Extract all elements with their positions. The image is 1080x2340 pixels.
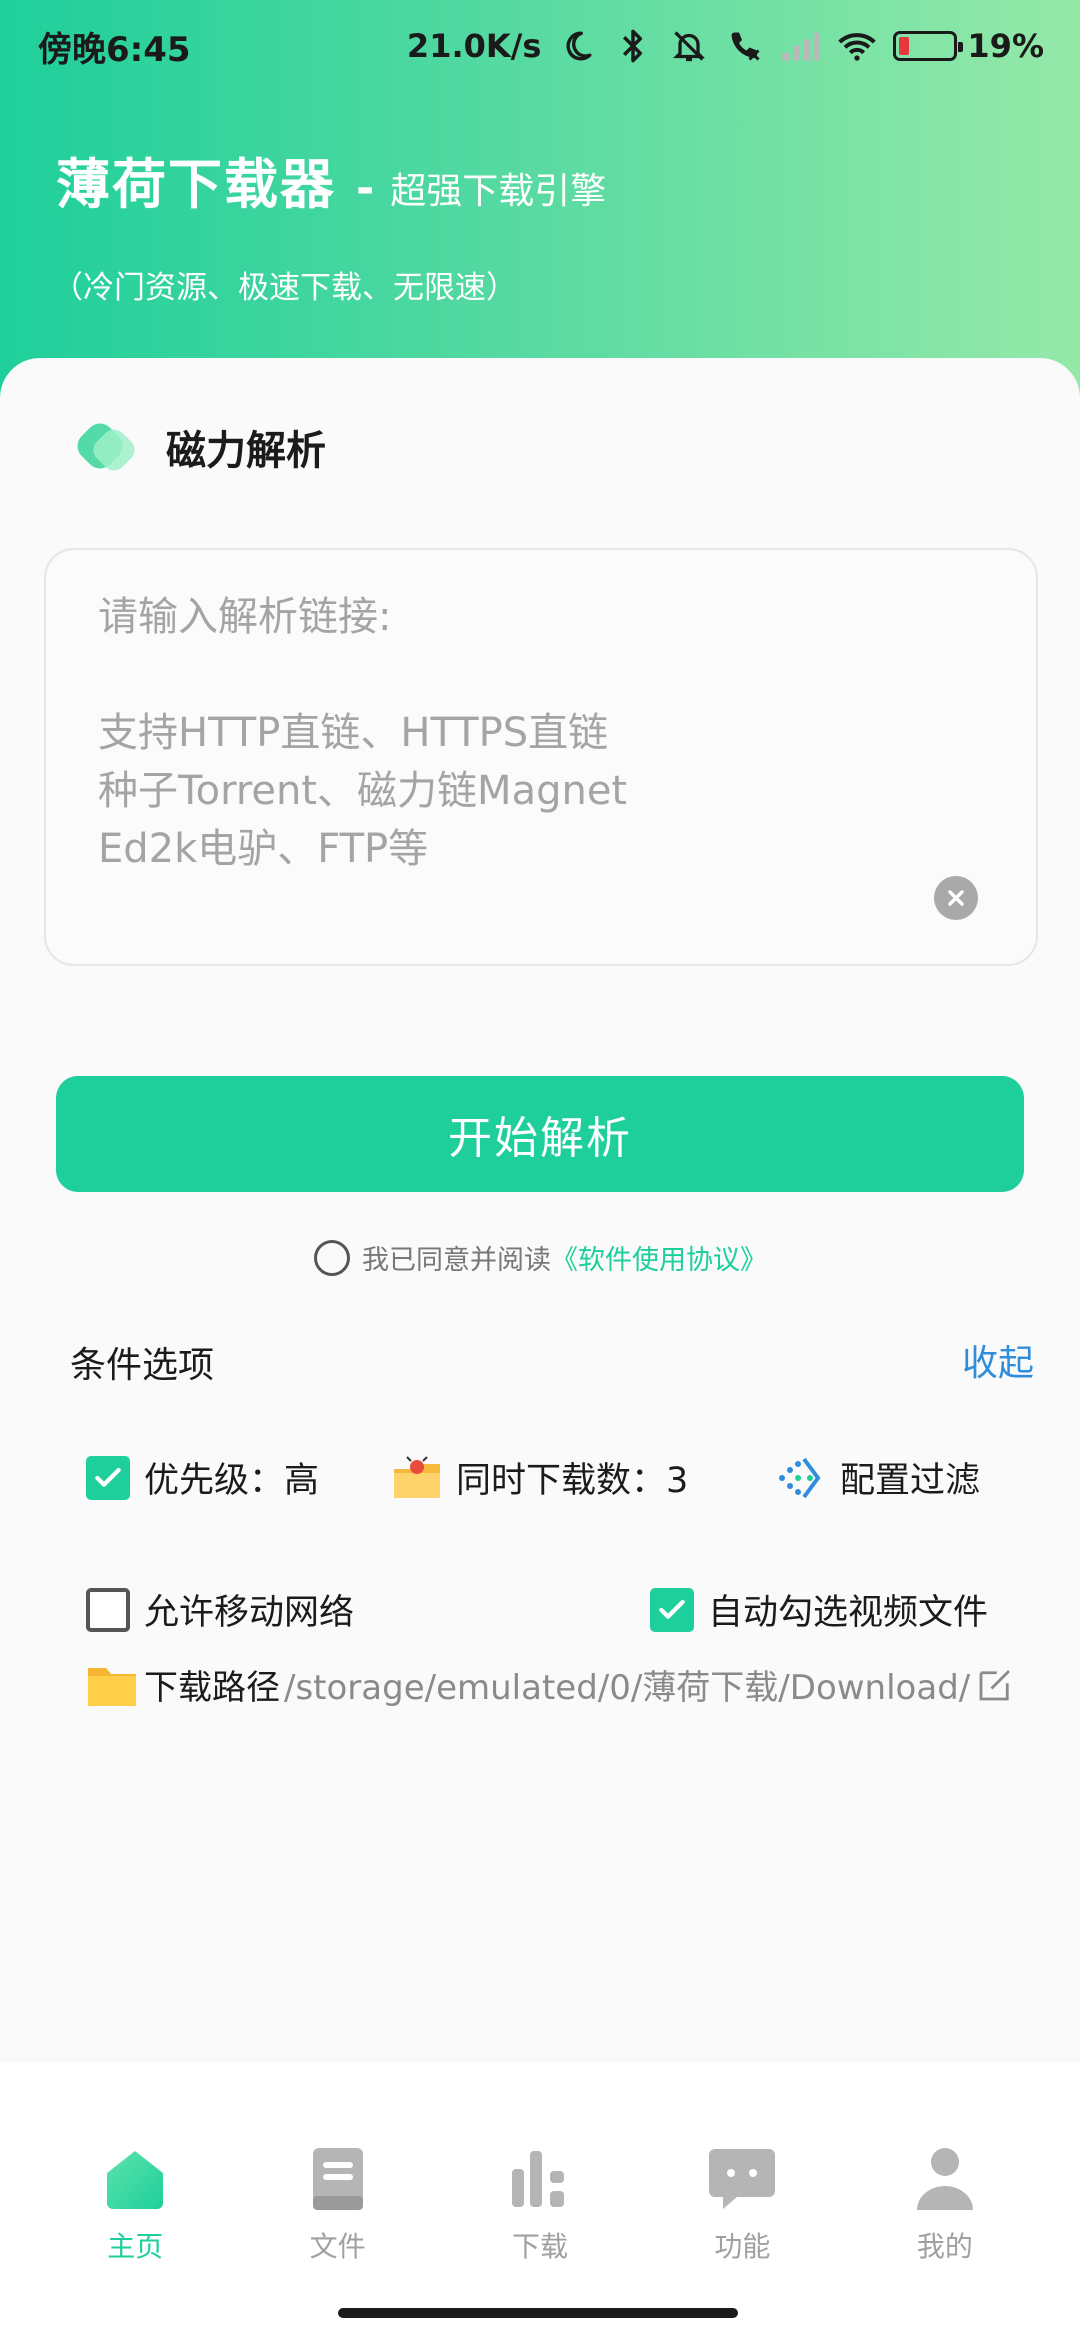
link-input-box[interactable]: 请输入解析链接: 支持HTTP直链、HTTPS直链 种子Torrent、磁力链M… — [44, 548, 1038, 966]
mute-bell-icon — [669, 26, 709, 66]
check-icon — [95, 1467, 121, 1487]
agreement-link[interactable]: 《软件使用协议》 — [551, 1238, 767, 1277]
close-icon — [948, 890, 964, 906]
concurrent-option[interactable]: 同时下载数：3 — [392, 1452, 688, 1503]
nav-item-features[interactable]: 功能 — [641, 2063, 843, 2340]
battery-level-fill — [899, 37, 910, 55]
battery-percent: 19% — [967, 27, 1044, 65]
chat-icon — [706, 2143, 778, 2215]
mobile-network-checkbox[interactable] — [86, 1587, 130, 1632]
collapse-link[interactable]: 收起 — [962, 1334, 1034, 1386]
battery-indicator: 19% — [893, 27, 1044, 65]
parse-section-title: 磁力解析 — [71, 417, 326, 476]
agreement-text: 我已同意并阅读 — [362, 1245, 551, 1276]
app-name: 薄荷下载器 — [56, 153, 336, 216]
agreement-row[interactable]: 我已同意并阅读 《软件使用协议》 — [314, 1238, 767, 1277]
priority-option-row[interactable]: 优先级：高 — [86, 1452, 319, 1503]
bluetooth-icon — [613, 26, 653, 66]
nav-item-home[interactable]: 主页 — [34, 2063, 236, 2340]
start-parse-button[interactable]: 开始解析 — [56, 1076, 1024, 1192]
section-title-label: 磁力解析 — [166, 428, 326, 474]
download-path-row: 下载路径 /storage/emulated/0/薄荷下载/Download/ — [86, 1660, 1016, 1709]
status-bar: 傍晚6:45 21.0K/s 19% — [0, 0, 1080, 92]
battery-icon — [893, 31, 964, 61]
book-icon — [302, 2143, 374, 2215]
clear-input-button[interactable] — [934, 876, 978, 920]
bottom-nav: 主页 文件 下载 功能 我的 — [0, 2063, 1080, 2340]
priority-label: 优先级：高 — [144, 1461, 320, 1501]
magnet-icon — [71, 417, 140, 476]
nav-label-home: 主页 — [107, 2230, 164, 2263]
filter-label: 配置过滤 — [840, 1461, 981, 1501]
path-label: 下载路径 — [144, 1668, 280, 1708]
filter-icon — [776, 1455, 826, 1501]
mobile-network-option[interactable]: 允许移动网络 — [86, 1584, 354, 1635]
app-title: 薄荷下载器 - 超强下载引擎 — [56, 140, 606, 219]
home-icon — [99, 2143, 171, 2215]
user-icon — [909, 2143, 981, 2215]
signal-icon — [781, 26, 821, 66]
nav-item-files[interactable]: 文件 — [236, 2063, 438, 2340]
moon-icon — [557, 26, 597, 66]
wifi-icon — [837, 26, 877, 66]
bar-chart-icon — [504, 2143, 576, 2215]
edit-icon[interactable] — [974, 1664, 1016, 1706]
filter-option[interactable]: 配置过滤 — [776, 1452, 980, 1503]
status-indicators: 21.0K/s 19% — [407, 26, 1044, 66]
auto-video-checkbox[interactable] — [650, 1587, 694, 1632]
app-subtitle: （冷门资源、极速下载、无限速） — [52, 270, 517, 306]
app-slogan: 超强下载引擎 — [390, 171, 607, 212]
priority-checkbox[interactable] — [86, 1455, 130, 1500]
main-card: 磁力解析 请输入解析链接: 支持HTTP直链、HTTPS直链 种子Torrent… — [0, 358, 1080, 2063]
auto-video-option[interactable]: 自动勾选视频文件 — [650, 1584, 988, 1635]
mobile-network-label: 允许移动网络 — [144, 1593, 355, 1633]
status-time: 傍晚6:45 — [38, 29, 191, 70]
folder-icon — [86, 1662, 138, 1708]
link-input-placeholder[interactable]: 请输入解析链接: 支持HTTP直链、HTTPS直链 种子Torrent、磁力链M… — [98, 588, 984, 878]
agreement-radio[interactable] — [314, 1239, 350, 1276]
nav-item-me[interactable]: 我的 — [844, 2063, 1046, 2340]
nav-label-files: 文件 — [309, 2230, 366, 2263]
folder-bug-icon — [392, 1455, 442, 1501]
network-speed: 21.0K/s — [406, 27, 542, 65]
auto-video-label: 自动勾选视频文件 — [708, 1593, 989, 1633]
nav-item-download[interactable]: 下载 — [439, 2063, 641, 2340]
title-dash: - — [356, 163, 375, 214]
concurrent-label: 同时下载数：3 — [456, 1461, 689, 1501]
nav-label-download: 下载 — [512, 2230, 569, 2263]
nav-label-me: 我的 — [916, 2230, 973, 2263]
options-title: 条件选项 — [70, 1345, 215, 1386]
path-value: /storage/emulated/0/薄荷下载/Download/ — [284, 1668, 971, 1708]
call-off-icon — [725, 26, 765, 66]
check-icon — [659, 1599, 685, 1619]
nav-label-features: 功能 — [714, 2230, 771, 2263]
home-indicator[interactable] — [338, 2308, 738, 2318]
